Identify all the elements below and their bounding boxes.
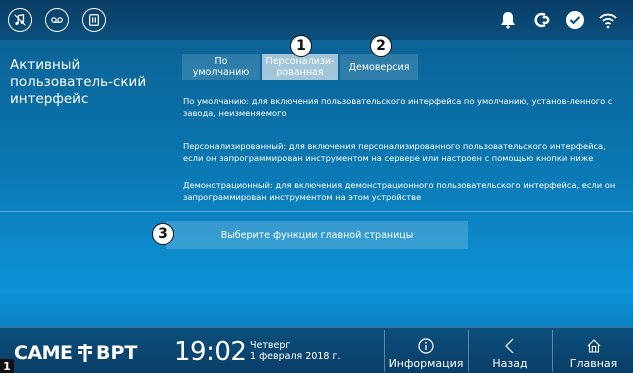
- desc-default: По умолчанию: для включения пользователь…: [183, 96, 613, 118]
- tab-custom[interactable]: Персонализи-рованная: [262, 54, 338, 80]
- day-label: Четверг: [250, 340, 291, 351]
- callout-two: 2: [370, 35, 392, 57]
- separator: [552, 330, 553, 372]
- desc-custom: Персонализированный: для включения персо…: [183, 141, 606, 163]
- callout-one: 1: [290, 35, 312, 57]
- separator: [384, 330, 385, 372]
- tab-demo[interactable]: Демоверсия: [340, 54, 418, 80]
- ui-mode-tabs: По умолчанию Персонализи-рованная Демове…: [182, 54, 420, 80]
- home-icon: [587, 339, 600, 353]
- screen: Активный пользователь-ский интерфейс По …: [0, 0, 633, 373]
- wifi-icon: [596, 8, 620, 32]
- corner-badge: 1: [0, 359, 14, 373]
- intercom-icon[interactable]: [82, 8, 106, 32]
- separator: [468, 330, 469, 372]
- home-functions-button[interactable]: Выберите функции главной страницы: [166, 221, 468, 249]
- came-logo: CAME: [14, 342, 73, 364]
- bpt-logo: BPT: [96, 342, 138, 364]
- info-button[interactable]: Информация: [386, 330, 466, 372]
- brand-separator-icon: [78, 344, 92, 367]
- sync-icon: [530, 8, 554, 32]
- home-label: Главная: [569, 357, 618, 370]
- music-mute-icon[interactable]: [8, 8, 32, 32]
- info-label: Информация: [388, 357, 464, 370]
- home-button[interactable]: Главная: [554, 330, 633, 372]
- info-icon: [418, 338, 434, 354]
- callout-three: 3: [152, 223, 174, 245]
- chevron-left-icon: [505, 338, 514, 354]
- clock: 19:02: [174, 337, 247, 367]
- top-bar: [0, 0, 633, 40]
- bell-icon: [496, 8, 520, 32]
- voicemail-icon[interactable]: [45, 8, 69, 32]
- check-icon: [563, 8, 587, 32]
- date-label: 1 февраля 2018 г.: [250, 351, 341, 362]
- bottom-bar: CAME BPT 19:02 Четверг 1 февраля 2018 г.…: [0, 327, 633, 373]
- back-label: Назад: [492, 357, 528, 370]
- tab-default[interactable]: По умолчанию: [182, 54, 260, 80]
- back-button[interactable]: Назад: [470, 330, 550, 372]
- desc-demo: Демонстрационный: для включения демонстр…: [183, 180, 616, 202]
- divider: [0, 211, 633, 212]
- settings-title: Активный пользователь-ский интерфейс: [10, 57, 147, 107]
